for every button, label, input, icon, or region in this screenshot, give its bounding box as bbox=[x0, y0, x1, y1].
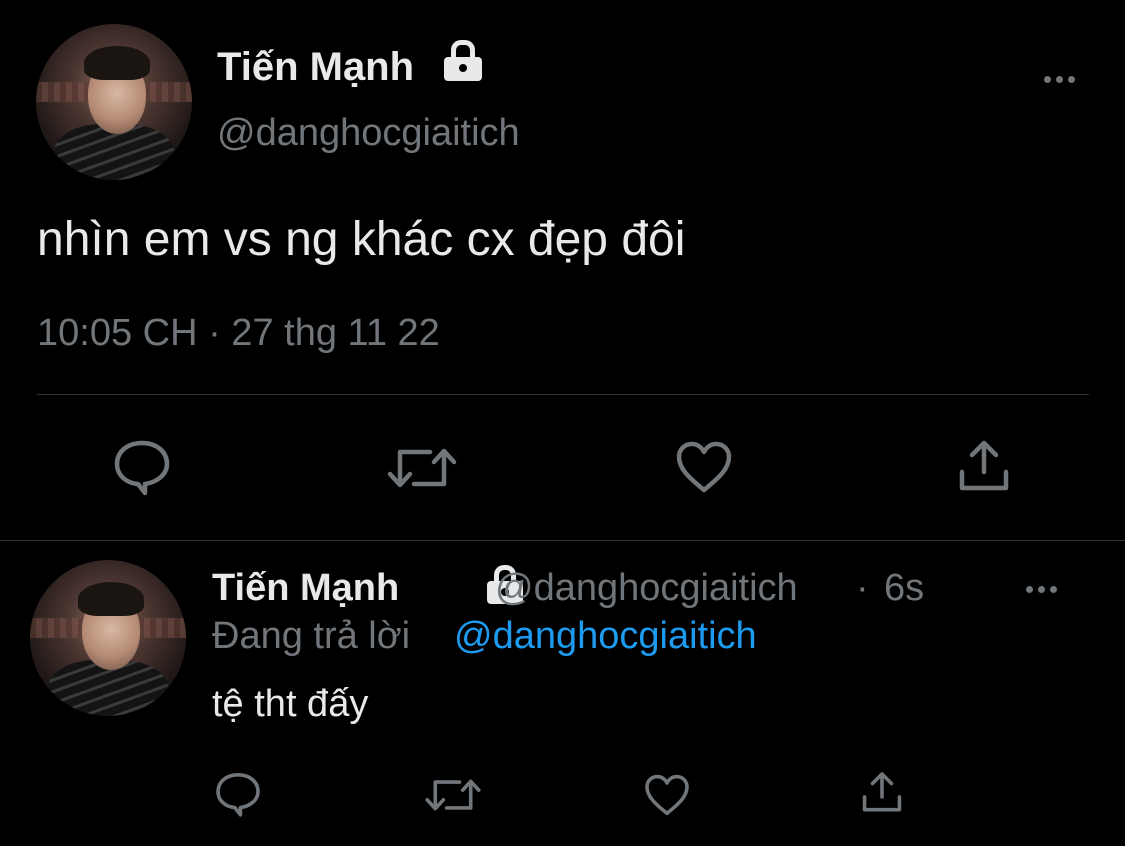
share-icon[interactable] bbox=[954, 438, 1014, 496]
tweet-text: nhìn em vs ng khác cx đẹp đôi bbox=[37, 213, 686, 266]
section-divider bbox=[0, 540, 1125, 541]
retweet-icon[interactable] bbox=[386, 442, 458, 494]
reply-more-icon[interactable] bbox=[1026, 580, 1057, 593]
like-icon[interactable] bbox=[674, 440, 734, 494]
reply-text: tệ tht đấy bbox=[212, 683, 369, 725]
replying-to-link[interactable]: @danghocgiaitich bbox=[454, 614, 757, 658]
more-icon[interactable] bbox=[1044, 70, 1075, 83]
reply-author-avatar[interactable] bbox=[30, 560, 186, 716]
reply-reply-icon[interactable] bbox=[214, 770, 262, 818]
reply-author-display-name[interactable]: Tiến Mạnh bbox=[212, 566, 399, 610]
reply-share-icon[interactable] bbox=[858, 770, 906, 816]
replying-to-label: Đang trả lời bbox=[212, 615, 411, 657]
author-avatar[interactable] bbox=[36, 24, 192, 180]
reply-time-ago: 6s bbox=[884, 567, 925, 609]
divider bbox=[37, 394, 1089, 395]
reply-icon[interactable] bbox=[112, 438, 172, 496]
author-display-name[interactable]: Tiến Mạnh bbox=[217, 44, 414, 90]
reply-like-icon[interactable] bbox=[643, 773, 691, 817]
reply-author-handle[interactable]: @danghocgiaitich bbox=[495, 566, 798, 610]
lock-icon bbox=[441, 40, 485, 82]
tweet-timestamp: 10:05 CH · 27 thg 11 22 bbox=[37, 312, 440, 354]
author-handle[interactable]: @danghocgiaitich bbox=[217, 110, 520, 156]
reply-separator: · bbox=[856, 567, 869, 609]
reply-retweet-icon[interactable] bbox=[424, 774, 482, 816]
